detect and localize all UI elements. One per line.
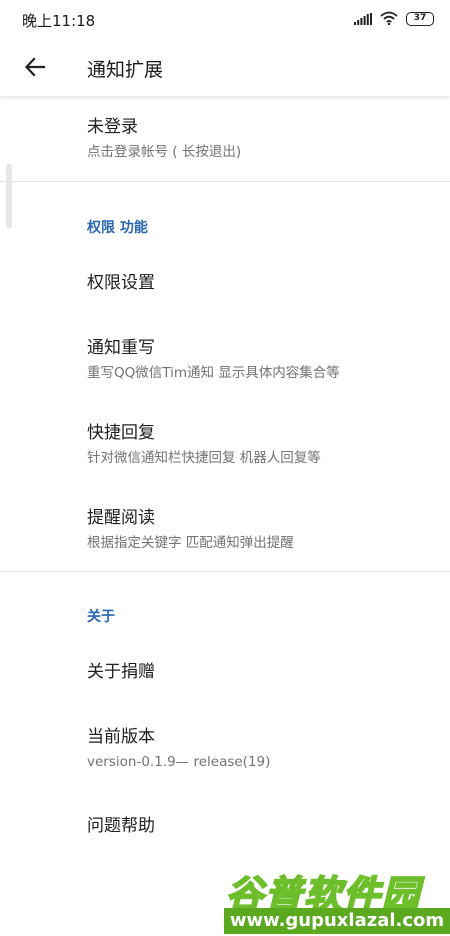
status-bar: 晚上11:18 37 (0, 0, 450, 38)
signal-icon (354, 10, 372, 29)
pref-quick-reply[interactable]: 快捷回复 针对微信通知栏快捷回复 机器人回复等 (87, 422, 430, 467)
watermark-url: www.gupuxlazal.com (224, 908, 450, 934)
pref-summary: 针对微信通知栏快捷回复 机器人回复等 (87, 450, 321, 466)
pref-summary: 重写QQ微信Tim通知 显示具体内容集合等 (87, 365, 340, 381)
pref-summary: 根据指定关键字 匹配通知弹出提醒 (87, 535, 294, 551)
wifi-icon (380, 10, 398, 29)
pref-notification-rewrite[interactable]: 通知重写 重写QQ微信Tim通知 显示具体内容集合等 (87, 337, 430, 382)
pref-title: 未登录 (87, 117, 138, 137)
status-time: 晚上11:18 (22, 12, 96, 30)
pref-summary: version-0.1.9— release(19) (87, 754, 271, 770)
toolbar: 通知扩展 (0, 38, 450, 96)
site-watermark: 谷普软件园 www.gupuxlazal.com (224, 856, 450, 936)
page-title: 通知扩展 (87, 59, 164, 81)
pref-title: 提醒阅读 (87, 508, 155, 528)
pref-title: 关于捐赠 (87, 662, 155, 682)
pref-summary: 点击登录帐号 ( 长按退出) (87, 144, 242, 160)
pref-reading-reminder[interactable]: 提醒阅读 根据指定关键字 匹配通知弹出提醒 (87, 507, 430, 552)
category-about: 关于 (87, 609, 115, 625)
divider (0, 181, 450, 182)
category-permissions-features: 权限 功能 (87, 220, 148, 236)
pref-permission-settings[interactable]: 权限设置 (87, 272, 430, 294)
pref-title: 快捷回复 (87, 423, 155, 443)
divider (0, 571, 450, 572)
pref-donate[interactable]: 关于捐赠 (87, 661, 430, 683)
back-button[interactable] (18, 50, 52, 84)
account-login-item[interactable]: 未登录 点击登录帐号 ( 长按退出) (87, 116, 430, 161)
pref-title: 通知重写 (87, 338, 155, 358)
pref-title: 权限设置 (87, 273, 155, 293)
arrow-left-icon (24, 57, 46, 77)
scrollbar[interactable] (6, 164, 12, 228)
pref-title: 当前版本 (87, 727, 155, 747)
pref-current-version[interactable]: 当前版本 version-0.1.9— release(19) (87, 726, 430, 771)
pref-title: 问题帮助 (87, 816, 155, 836)
pref-help[interactable]: 问题帮助 (87, 815, 430, 837)
status-icons: 37 (354, 11, 434, 27)
preference-list: 未登录 点击登录帐号 ( 长按退出) 权限 功能 权限设置 通知重写 重写QQ微… (0, 96, 450, 936)
battery-icon: 37 (406, 12, 434, 26)
